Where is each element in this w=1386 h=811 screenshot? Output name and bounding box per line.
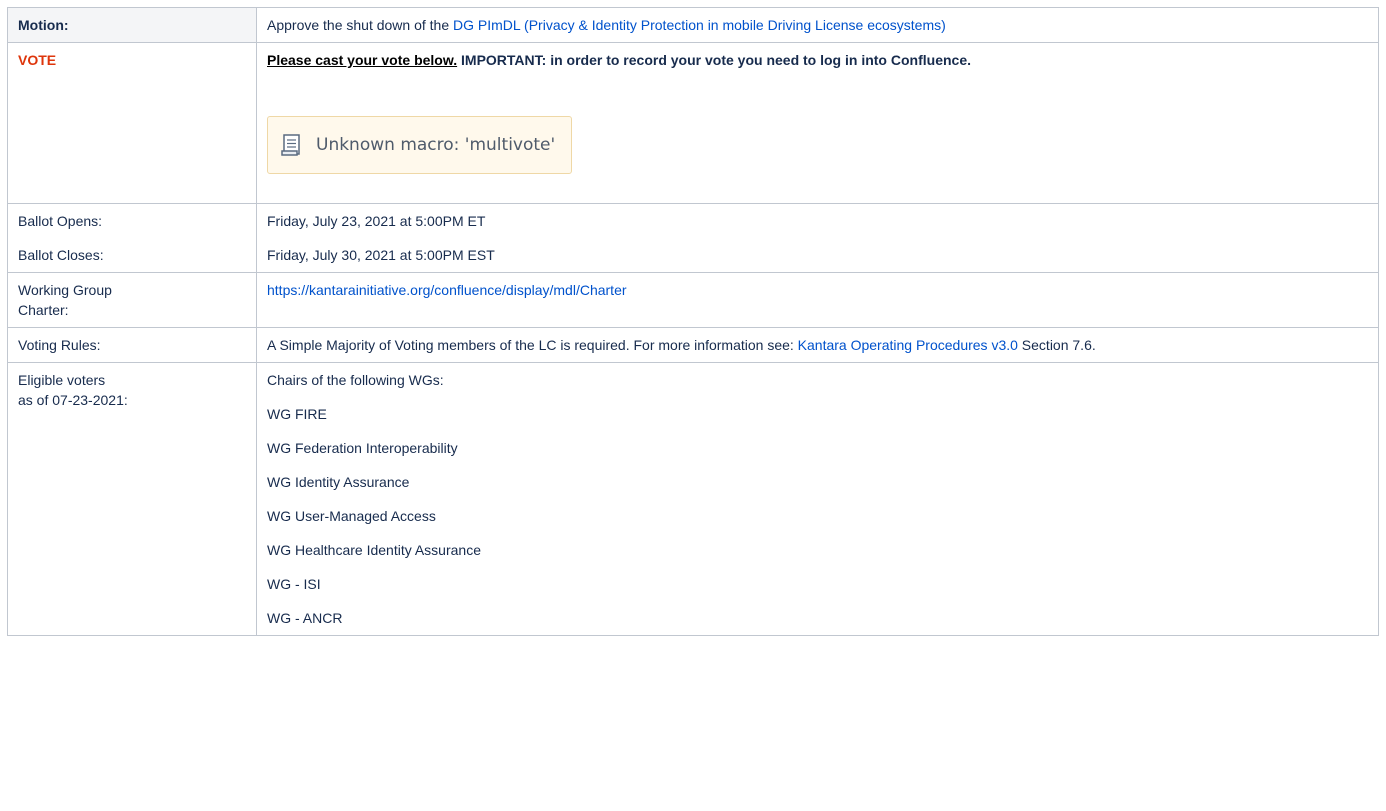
eligible-voters-value: Chairs of the following WGs: WG FIRE WG …: [256, 362, 1379, 636]
vote-instructions: Please cast your vote below. IMPORTANT: …: [267, 50, 1368, 70]
ballot-dates-values: Friday, July 23, 2021 at 5:00PM ET Frida…: [256, 203, 1379, 273]
charter-label-line1: Working Group: [18, 282, 112, 298]
wg-list-item: WG User-Managed Access: [267, 508, 436, 524]
operating-procedures-link[interactable]: Kantara Operating Procedures v3.0: [798, 337, 1018, 353]
voting-rules-suffix: Section 7.6.: [1017, 337, 1096, 353]
wg-list-item: WG FIRE: [267, 406, 327, 422]
motion-text: Approve the shut down of the: [267, 17, 454, 33]
ballot-closes-label: Ballot Closes:: [18, 247, 104, 263]
voting-rules-text: A Simple Majority of Voting members of t…: [267, 337, 798, 353]
charter-value: https://kantarainitiative.org/confluence…: [256, 272, 1379, 328]
voting-rules-row: Voting Rules: A Simple Majority of Votin…: [7, 327, 1379, 363]
vote-row: VOTE Please cast your vote below. IMPORT…: [7, 42, 1379, 204]
unknown-macro-box: Unknown macro: 'multivote': [267, 116, 573, 174]
motion-label: Motion:: [7, 7, 257, 43]
wg-list-item: WG Federation Interoperability: [267, 440, 458, 456]
macro-text: Unknown macro: 'multivote': [316, 135, 556, 155]
wg-list-item: WG - ANCR: [267, 610, 343, 626]
vote-label: VOTE: [7, 42, 257, 204]
wg-list-item: WG Identity Assurance: [267, 474, 410, 490]
motion-value: Approve the shut down of the DG PImDL (P…: [256, 7, 1379, 43]
ballot-dates-labels: Ballot Opens: Ballot Closes:: [7, 203, 257, 273]
scroll-icon: [280, 133, 302, 157]
charter-link[interactable]: https://kantarainitiative.org/confluence…: [267, 282, 627, 298]
important-text: IMPORTANT: in order to record your vote …: [457, 52, 971, 68]
ballot-dates-row: Ballot Opens: Ballot Closes: Friday, Jul…: [7, 203, 1379, 273]
dg-pimdl-link[interactable]: DG PImDL (Privacy & Identity Protection …: [453, 17, 946, 33]
vote-value: Please cast your vote below. IMPORTANT: …: [256, 42, 1379, 204]
voting-rules-value: A Simple Majority of Voting members of t…: [256, 327, 1379, 363]
voting-rules-label: Voting Rules:: [7, 327, 257, 363]
wg-list-item: WG Healthcare Identity Assurance: [267, 542, 481, 558]
eligible-intro: Chairs of the following WGs:: [267, 372, 444, 388]
ballot-closes-value: Friday, July 30, 2021 at 5:00PM EST: [267, 247, 495, 263]
charter-row: Working Group Charter: https://kantaraini…: [7, 272, 1379, 328]
ballot-opens-label: Ballot Opens:: [18, 213, 103, 229]
cast-vote-text: Please cast your vote below.: [267, 52, 458, 68]
ballot-table: Motion: Approve the shut down of the DG …: [7, 7, 1379, 636]
eligible-label-line1: Eligible voters: [18, 372, 106, 388]
charter-label-line2: Charter:: [18, 302, 69, 318]
eligible-label-line2: as of 07-23-2021:: [18, 392, 128, 408]
eligible-voters-label: Eligible voters as of 07-23-2021:: [7, 362, 257, 636]
eligible-voters-row: Eligible voters as of 07-23-2021: Chairs …: [7, 362, 1379, 636]
motion-row: Motion: Approve the shut down of the DG …: [7, 7, 1379, 43]
wg-list-item: WG - ISI: [267, 576, 321, 592]
charter-label: Working Group Charter:: [7, 272, 257, 328]
ballot-opens-value: Friday, July 23, 2021 at 5:00PM ET: [267, 213, 486, 229]
